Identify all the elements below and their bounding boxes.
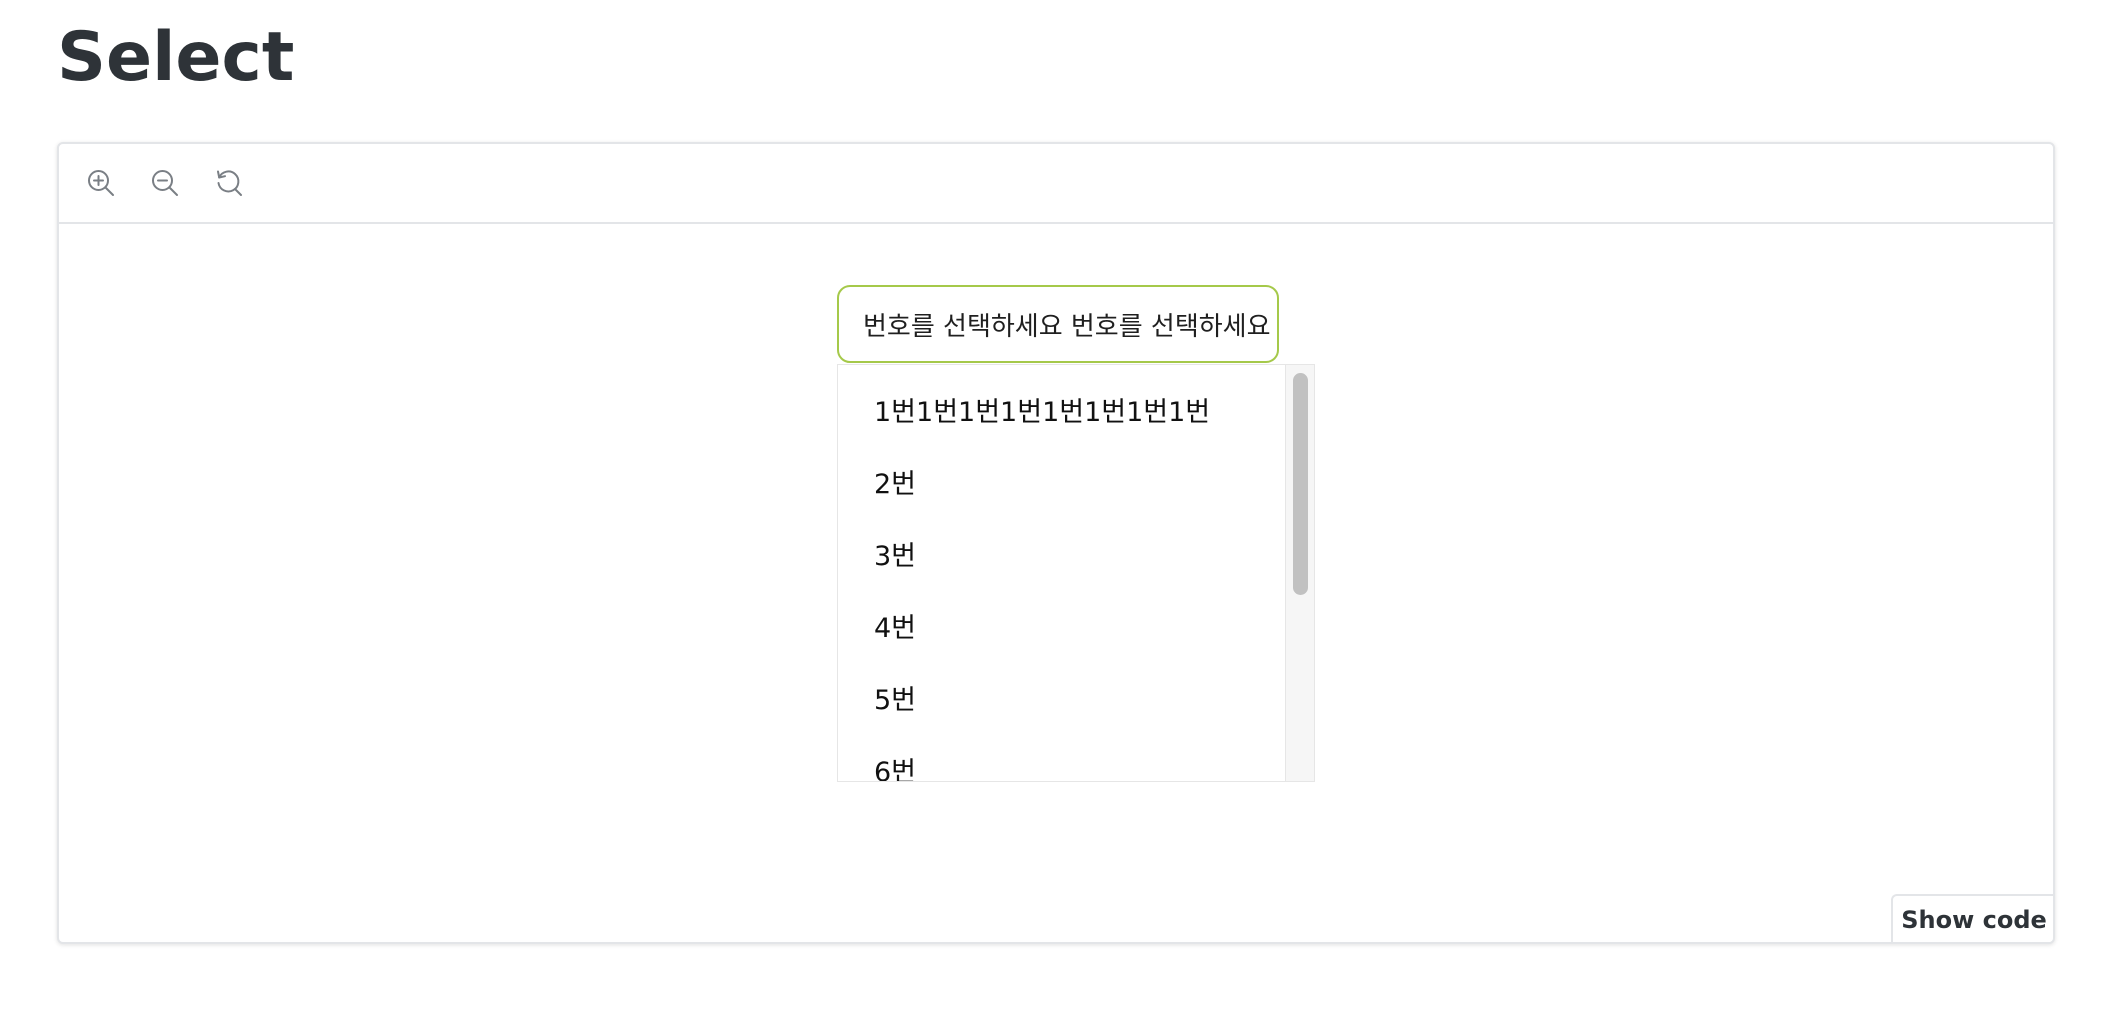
reset-icon <box>217 170 242 196</box>
preview-card: 번호를 선택하세요 번호를 선택하세요 1번1번1번1번1번1번1번1번 2번 … <box>57 142 2055 944</box>
number-select[interactable]: 번호를 선택하세요 번호를 선택하세요 <box>837 285 1279 363</box>
option-item[interactable]: 1번1번1번1번1번1번1번1번 <box>838 373 1286 445</box>
select-dropdown: 1번1번1번1번1번1번1번1번 2번 3번 4번 5번 6번 <box>837 364 1315 782</box>
zoom-out-icon <box>152 170 178 196</box>
zoom-in-icon <box>88 170 114 196</box>
option-item[interactable]: 5번 <box>838 661 1286 733</box>
zoom-out-button[interactable] <box>149 167 181 199</box>
preview-toolbar <box>59 144 2053 224</box>
page-title: Select <box>57 18 295 97</box>
option-item[interactable]: 3번 <box>838 517 1286 589</box>
reset-zoom-button[interactable] <box>213 167 245 199</box>
option-list: 1번1번1번1번1번1번1번1번 2번 3번 4번 5번 6번 <box>838 365 1286 782</box>
zoom-in-button[interactable] <box>85 167 117 199</box>
scrollbar-thumb[interactable] <box>1293 373 1308 595</box>
dropdown-scrollbar[interactable] <box>1285 365 1314 781</box>
option-item[interactable]: 2번 <box>838 445 1286 517</box>
option-item[interactable]: 4번 <box>838 589 1286 661</box>
option-item[interactable]: 6번 <box>838 733 1286 782</box>
show-code-button[interactable]: Show code <box>1891 894 2053 942</box>
